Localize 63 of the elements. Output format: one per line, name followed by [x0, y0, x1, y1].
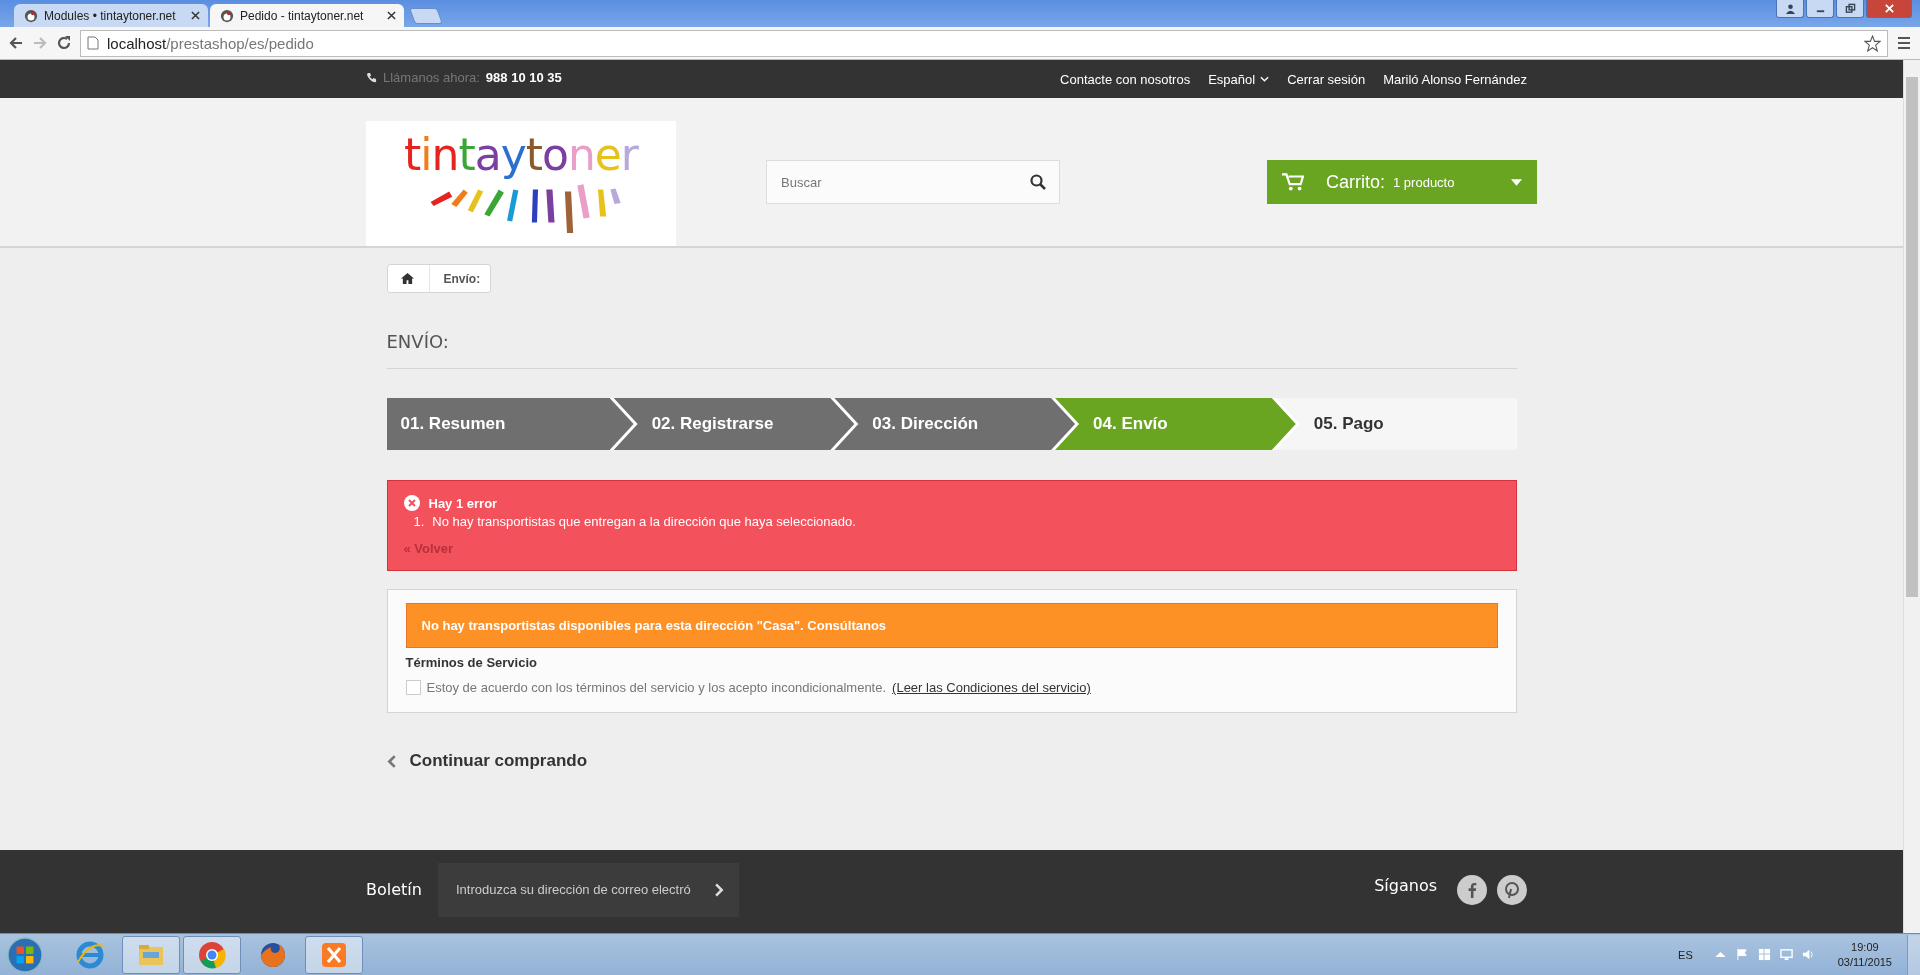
browser-tab[interactable]: Pedido - tintaytoner.net [210, 4, 404, 27]
phone-label: Llámanos ahora: [383, 70, 480, 85]
newsletter-label: Boletín [366, 880, 422, 899]
language-indicator[interactable]: ES [1678, 948, 1693, 961]
top-link[interactable]: Cerrar sesión [1287, 71, 1366, 87]
clock[interactable]: 19:09 03/11/2015 [1837, 939, 1892, 970]
cart-icon [1282, 173, 1304, 191]
facebook-icon[interactable] [1457, 874, 1487, 905]
checkout-step[interactable]: 01. Resumen [386, 398, 634, 450]
terms-link[interactable]: (Leer las Condiciones del servicio) [892, 680, 1091, 695]
flag-icon[interactable] [1735, 948, 1749, 961]
page-heading: ENVÍO: [386, 331, 1517, 369]
pinterest-icon[interactable] [1497, 874, 1527, 905]
chevron-down-icon [1260, 76, 1270, 82]
chevron-right-icon[interactable] [714, 882, 724, 897]
top-link[interactable]: Contacte con nosotros [1060, 71, 1191, 87]
warning-alert: No hay transportistas disponibles para esta dirección "Casa". Consúltanos [405, 603, 1498, 648]
back-icon[interactable] [8, 35, 24, 51]
language-dropdown[interactable]: Español [1208, 71, 1270, 87]
error-message: No hay transportistas que entregan a la dirección que haya seleccionado. [432, 514, 856, 529]
start-button[interactable] [6, 935, 44, 974]
star-icon[interactable] [1864, 34, 1881, 52]
terms-text: Estoy de acuerdo con los términos del servicio y los acepto incondicionalmente. [426, 680, 887, 695]
speaker-icon[interactable] [1801, 948, 1815, 961]
follow-label: Síganos [1374, 876, 1437, 895]
network-icon[interactable] [1779, 948, 1793, 961]
folder-icon[interactable] [122, 935, 180, 974]
scrollbar[interactable] [1903, 60, 1920, 933]
phone-icon [366, 72, 377, 83]
continue-shopping-link[interactable]: Continuar comprando [386, 751, 588, 771]
breadcrumb-item: Envío: [442, 271, 482, 286]
windows-icon[interactable] [1757, 948, 1771, 961]
newsletter-email-field[interactable]: Introduzca su dirección de correo electró [437, 862, 739, 917]
error-title: Hay 1 error [428, 495, 498, 511]
search-field[interactable]: Buscar [766, 160, 1060, 204]
address-field[interactable]: localhost/prestashop/es/pedido [80, 29, 1888, 57]
terms-checkbox[interactable] [405, 680, 421, 695]
page-icon [87, 36, 99, 50]
show-desktop-button[interactable] [1907, 934, 1920, 975]
minimize-icon[interactable] [1806, 0, 1834, 18]
error-icon [403, 495, 420, 511]
close-icon[interactable] [387, 11, 396, 20]
close-icon[interactable] [191, 11, 200, 20]
checkout-step[interactable]: 02. Registrarse [613, 398, 855, 450]
menu-icon[interactable] [1896, 35, 1912, 51]
caret-icon [1511, 178, 1522, 186]
chrome-icon[interactable] [183, 935, 241, 974]
xampp-icon[interactable] [305, 935, 363, 974]
reload-icon[interactable] [56, 35, 72, 51]
top-link[interactable]: Mariló Alonso Fernández [1383, 71, 1527, 87]
user-icon[interactable] [1776, 0, 1804, 18]
new-tab-button[interactable] [409, 8, 443, 24]
forward-icon[interactable] [32, 35, 48, 51]
chevron-left-icon [386, 754, 396, 768]
checkout-step[interactable]: 03. Dirección [834, 398, 1076, 450]
search-icon[interactable] [1030, 174, 1046, 190]
checkout-step[interactable]: 05. Pago [1275, 398, 1517, 450]
error-number: 1. [413, 514, 425, 529]
restore-icon[interactable] [1836, 0, 1864, 18]
phone-number: 988 10 10 35 [485, 70, 562, 85]
browser-tab[interactable]: Modules • tintaytoner.net [14, 4, 208, 27]
logo[interactable]: tintaytoner [366, 121, 676, 246]
terms-title: Términos de Servicio [405, 655, 538, 670]
